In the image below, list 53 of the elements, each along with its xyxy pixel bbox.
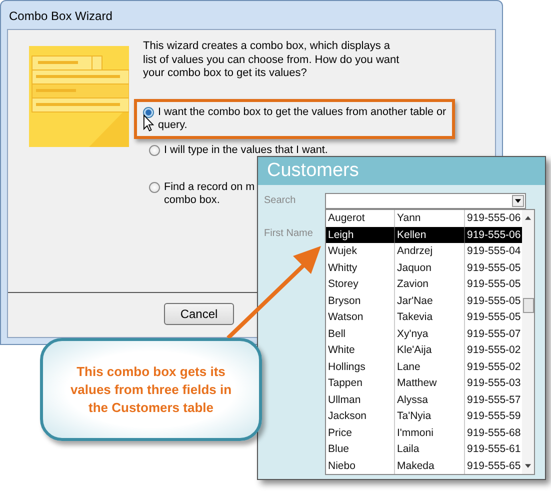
list-cell: Jaquon	[394, 260, 464, 276]
search-combo-field[interactable]	[325, 193, 526, 209]
list-cell: Alyssa	[394, 392, 464, 408]
list-cell-text: Storey	[327, 277, 360, 292]
mouse-pointer-icon	[143, 114, 154, 132]
form-title: Customers	[258, 157, 545, 185]
scroll-down-icon[interactable]	[525, 464, 531, 468]
radio-button[interactable]	[149, 144, 160, 156]
list-row[interactable]: Leigh Kellen 919-555-06	[326, 226, 522, 243]
list-cell-text: Augerot	[327, 211, 366, 226]
list-cell-text: Watson	[327, 310, 364, 325]
list-cell-text: Blue	[327, 442, 350, 457]
list-cell: Laila	[394, 441, 464, 458]
list-cell: Ta'Nyia	[394, 408, 464, 424]
option-label: Find a record on m combo box.	[164, 180, 255, 206]
list-cell: Lane	[394, 358, 464, 375]
cancel-button[interactable]: Cancel	[164, 303, 234, 325]
caret-icon	[515, 199, 521, 203]
list-cell-text: Niebo	[327, 458, 356, 474]
list-cell: Takevia	[394, 309, 464, 326]
intro-text: This wizard creates a combo box, which displays a list of values you can choose from. How do you want your combo box to get its values?	[143, 40, 400, 80]
list-cell: Jar'Nae	[394, 292, 464, 309]
list-cell-text: Price	[327, 426, 353, 440]
list-cell: Andrzej	[394, 243, 464, 260]
list-cell-text: Leigh	[327, 228, 355, 242]
scroll-thumb[interactable]	[522, 298, 534, 313]
list-cell-text: Whitty	[327, 260, 358, 276]
list-cell-text: Bell	[327, 326, 347, 342]
option-label: I want the combo box to get the values from another table or query.	[158, 106, 446, 132]
window-title: Combo Box Wizard	[8, 8, 114, 25]
list-cell-text: Bryson	[327, 294, 362, 308]
list-cell-text: Jackson	[327, 409, 368, 424]
option-label: I will type in the values that I want.	[164, 144, 328, 156]
radio-button[interactable]	[143, 106, 154, 118]
dropdown-button[interactable]	[512, 195, 524, 207]
list-cell-text: Hollings	[327, 360, 366, 374]
list-cell: Kellen	[394, 226, 464, 243]
list-cell-text: Wujek	[327, 244, 358, 259]
scrollbar[interactable]	[522, 210, 534, 474]
radio-button[interactable]	[149, 182, 160, 192]
list-cell: Xy'nya	[394, 326, 464, 342]
field-label: First Name	[264, 228, 314, 239]
list-cell-text: Tappen	[327, 376, 364, 391]
callout-text: This combo box gets its values from three fields in the Customers table	[69, 362, 233, 416]
list-cell: Makeda	[394, 458, 464, 474]
list-cell: Kle'Aija	[394, 342, 464, 358]
list-cell-text: Ullman	[327, 392, 362, 408]
scroll-up-icon[interactable]	[525, 216, 531, 220]
list-cell: Zavion	[394, 276, 464, 292]
field-label: Search	[264, 195, 297, 206]
list-cell: I'mmoni	[394, 424, 464, 441]
list-cell: Matthew	[394, 375, 464, 392]
list-cell-text: White	[327, 343, 356, 358]
